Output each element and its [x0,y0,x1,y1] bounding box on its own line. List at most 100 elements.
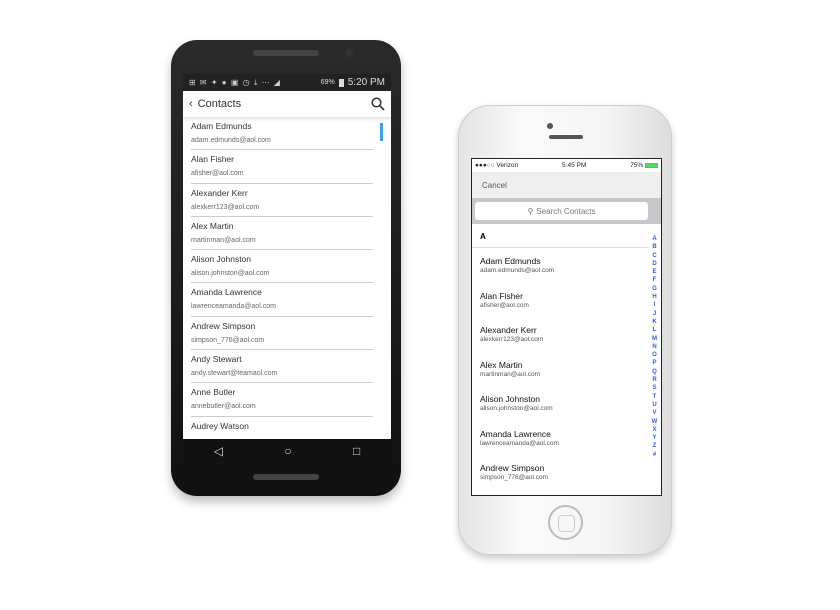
index-letter[interactable]: # [653,451,656,459]
bottom-speaker [253,474,319,480]
back-icon[interactable]: ‹ [189,98,193,110]
search-input[interactable]: ⚲ Search Contacts [475,202,648,220]
cancel-button[interactable]: Cancel [482,181,507,190]
index-letter[interactable]: I [654,301,656,309]
carrier: ●●●○○ Verizon [475,162,519,169]
list-item[interactable]: Alison Johnston alison.johnston@aol.com [191,250,373,284]
front-camera [547,123,553,129]
list-item[interactable]: Andrew Simpson simpson_776@aol.com [472,455,661,490]
contact-email: lawrenceamanda@aol.com [191,303,276,311]
home-nav-icon[interactable]: ○ [284,444,291,458]
index-letter[interactable]: C [652,252,656,260]
page-title: Contacts [197,98,242,110]
index-letter[interactable]: B [652,243,656,251]
index-letter[interactable]: S [652,384,656,392]
index-letter[interactable]: W [652,418,658,426]
ios-status-bar: ●●●○○ Verizon 5:45 PM 75% [472,159,661,172]
earpiece-speaker [253,50,319,56]
contact-name: Amanda Lawrence [191,287,262,298]
index-letter[interactable]: N [652,343,656,351]
home-button[interactable] [548,505,583,540]
contact-name: Andrew Simpson [191,320,256,331]
contact-email: adam.edmunds@aol.com [480,267,555,274]
index-letter[interactable]: J [653,310,656,318]
list-item[interactable]: Adam Edmunds adam.edmunds@aol.com [472,248,661,283]
contact-email: alison.johnston@aol.com [480,405,553,412]
index-letter[interactable]: U [652,401,656,409]
index-letter[interactable]: E [652,268,656,276]
index-letter[interactable]: M [652,335,657,343]
index-letter[interactable]: Q [652,368,657,376]
contact-email: afisher@aol.com [191,170,244,178]
index-letter[interactable]: T [653,393,657,401]
contact-email: martinman@aol.com [191,236,256,244]
list-item[interactable]: Alison Johnston alison.johnston@aol.com [472,386,661,421]
contact-name: Adam Edmunds [480,256,541,266]
search-icon[interactable] [371,97,385,111]
iphone: ●●●○○ Verizon 5:45 PM 75% Cancel ⚲ Searc… [458,105,672,555]
contact-email: simpson_776@aol.com [191,336,265,344]
list-item[interactable]: Anne Butler annebutler@aol.com [191,383,373,417]
android-nav-bar: ◁ ○ □ [183,439,391,462]
contact-name: Alexander Kerr [191,187,248,198]
list-item[interactable]: Audrey Watson [191,417,373,439]
contact-name: Alison Johnston [191,254,252,265]
index-letter[interactable]: X [652,426,656,434]
index-letter[interactable]: H [652,293,656,301]
contact-name: Anne Butler [191,387,236,398]
index-letter[interactable]: P [652,359,656,367]
contact-email: martinman@aol.com [480,370,541,378]
front-camera [345,49,353,57]
index-letter[interactable]: Z [653,442,657,450]
contact-name: Andy Stewart [191,354,242,365]
list-item[interactable]: Amanda Lawrence lawrenceamanda@aol.com [472,421,661,456]
battery-level: 75% [630,162,644,169]
back-nav-icon[interactable]: ◁ [214,444,223,458]
index-letter[interactable]: A [652,235,656,243]
index-letter[interactable]: V [652,409,656,417]
index-letter[interactable]: O [652,351,657,359]
contact-list[interactable]: Adam Edmunds adam.edmunds@aol.com Alan Fis… [183,117,391,439]
list-item[interactable]: Alexander Kerr alexkerr123@aol.com [472,317,661,352]
index-letter[interactable]: L [653,326,657,334]
status-time: 5:20 PM [347,77,385,88]
search-placeholder: Search Contacts [536,206,596,216]
list-item[interactable]: Alex Martin martinman@aol.com [191,217,373,251]
contact-email: afisher@aol.com [480,301,529,309]
contact-list[interactable]: Adam Edmunds adam.edmunds@aol.com Alan Fis… [472,248,661,490]
list-item[interactable]: Alexander Kerr alexkerr123@aol.com [191,184,373,217]
contact-name: Alex Martin [191,220,234,231]
contact-name: Amanda Lawrence [480,428,551,439]
list-item[interactable]: Amanda Lawrence lawrenceamanda@aol.com [191,283,373,317]
contact-email: adam.edmunds@aol.com [191,137,271,144]
contact-email: lawrenceamanda@aol.com [480,439,559,447]
index-letter[interactable]: K [652,318,656,326]
index-letter[interactable]: F [653,276,657,284]
contact-email: alexkerr123@aol.com [480,336,544,343]
list-item[interactable]: Alan Fisher afisher@aol.com [191,150,373,184]
battery-icon [644,162,658,168]
list-item[interactable]: Alex Martin martinman@aol.com [472,352,661,387]
index-letter[interactable]: Y [652,434,656,442]
notification-icons: ⊞ ✉ ✦ ● ▣ ◷ ⤓ ⋯ ◢ [189,77,281,87]
earpiece-speaker [549,135,583,139]
section-header: A [472,224,649,248]
list-item[interactable]: Andrew Simpson simpson_776@aol.com [191,317,373,351]
list-item[interactable]: Adam Edmunds adam.edmunds@aol.com [191,117,373,151]
contact-name: Alan Fisher [191,154,234,165]
contact-email: alexkerr123@aol.com [191,203,260,211]
alphabet-index[interactable]: A B C D E F G H I J K L M N O P Q R S T U V W X Y Z # [650,235,659,459]
contact-name: Audrey Watson [191,420,249,431]
search-icon: ⚲ [527,206,534,216]
index-letter[interactable]: D [652,260,656,268]
list-item[interactable]: Andy Stewart andy.stewart@teamaol.com [191,350,373,384]
contact-email: annebutler@aol.com [191,403,256,411]
contact-name: Alan Fisher [480,290,523,301]
scrollbar[interactable] [380,123,383,141]
index-letter[interactable]: R [652,376,656,384]
contact-email: andy.stewart@teamaol.com [191,370,278,378]
recents-nav-icon[interactable]: □ [353,444,360,458]
index-letter[interactable]: G [652,285,657,293]
battery-level: 69% [320,79,335,86]
list-item[interactable]: Alan Fisher afisher@aol.com [472,283,661,318]
